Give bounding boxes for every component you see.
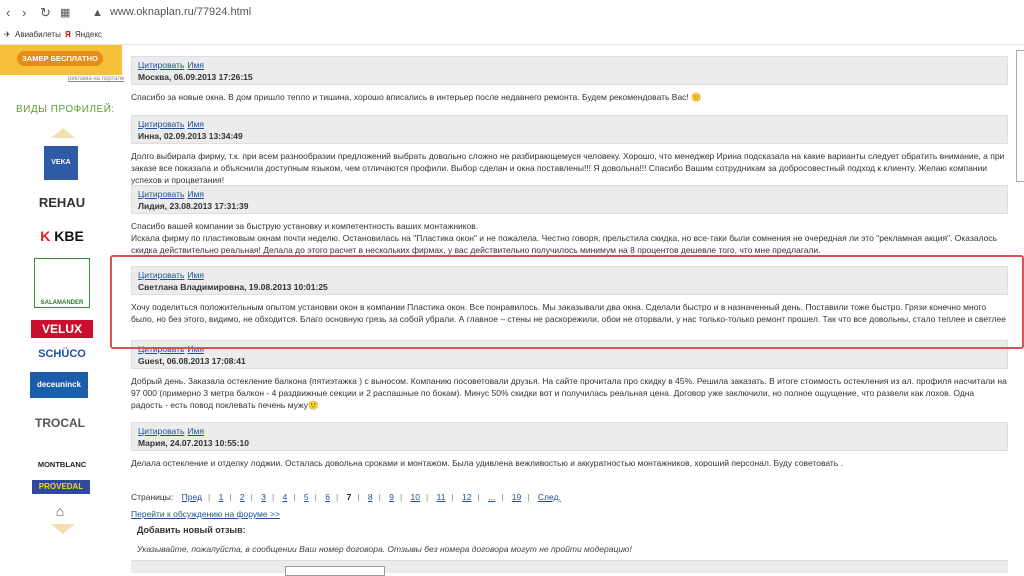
quote-link[interactable]: Цитировать [138,60,184,70]
bookmarks-bar: ✈ Авиабилеты Я Яндекс [0,26,1024,45]
back-icon[interactable]: ‹ [6,5,10,21]
name-link[interactable]: Имя [187,426,204,436]
pager-next[interactable]: След. [538,492,561,502]
ad-note[interactable]: реклама на портале [68,76,124,82]
page-link[interactable]: 2 [240,492,245,502]
post-author: Мария, 24.07.2013 10:55:10 [138,438,249,448]
add-review-title: Добавить новый отзыв: [137,525,246,535]
browser-toolbar: ‹ › ↻ ▦ ▲ www.oknaplan.ru/77924.html [0,0,1024,26]
scroll-down-arrow[interactable] [51,524,75,534]
post-header: Цитировать Имя Мария, 24.07.2013 10:55:10 [131,422,1008,451]
address-bar[interactable]: www.oknaplan.ru/77924.html [110,6,251,18]
page-current: 7 [346,492,352,502]
page-ellipsis[interactable]: ... [488,492,495,502]
brand-logo-deceuninck[interactable]: deceuninck [30,372,88,398]
page-link[interactable]: 6 [325,492,330,502]
page-link[interactable]: 5 [304,492,309,502]
bookmark-yandex[interactable]: Яндекс [75,30,102,39]
reload-icon[interactable]: ↻ [40,5,51,21]
pagination: Страницы: Пред | 1 | 2 | 3 | 4 | 5 | 6 | 7 | 8 | … [131,492,561,502]
name-link[interactable]: Имя [187,60,204,70]
post-header: Цитировать Имя Лидия, 23.08.2013 17:31:39 [131,185,1008,214]
highlight-frame [110,255,1024,349]
quote-link[interactable]: Цитировать [138,426,184,436]
form-row [131,560,1008,573]
post-header: Цитировать Имя Москва, 06.09.2013 17:26:1… [131,56,1008,85]
page-link[interactable]: 3 [261,492,266,502]
page-link[interactable]: 10 [411,492,420,502]
promo-banner[interactable]: ЗАМЕР БЕСПЛАТНО [0,45,122,75]
scroll-up-arrow[interactable] [51,128,75,138]
brand-logo-kbe[interactable]: K KBE [34,224,90,248]
free-measure-button[interactable]: ЗАМЕР БЕСПЛАТНО [17,51,103,66]
brand-logo-provedal[interactable]: PROVEDAL [32,480,90,494]
review-post: Цитировать Имя Мария, 24.07.2013 10:55:10… [131,422,1008,469]
post-author: Москва, 06.09.2013 17:26:15 [138,72,253,82]
right-scroll-panel[interactable] [1016,50,1024,182]
page-link[interactable]: 4 [283,492,288,502]
bookmark-aviabilety[interactable]: Авиабилеты [15,30,61,39]
pager-label: Страницы: [131,492,174,502]
add-review-note: Указывайте, пожалуйста, в сообщении Ваш … [137,544,632,554]
post-text: Спасибо за новые окна. В дом пришло тепл… [131,92,702,102]
brand-logo-window-icon[interactable]: ⌂ [46,502,74,520]
forward-icon[interactable]: › [22,5,26,21]
quote-link[interactable]: Цитировать [138,189,184,199]
form-input[interactable] [285,566,385,576]
page-link[interactable]: 1 [219,492,224,502]
post-author: Инна, 02.09.2013 13:34:49 [138,131,243,141]
post-text: Добрый день. Заказала остекление балкона… [131,376,1007,410]
post-author: Лидия, 23.08.2013 17:31:39 [138,201,249,211]
review-post: Цитировать Имя Инна, 02.09.2013 13:34:49 … [131,115,1008,186]
name-link[interactable]: Имя [187,119,204,129]
tabs-grid-icon[interactable]: ▦ [60,5,70,21]
forum-link[interactable]: Перейти к обсуждению на форуме >> [131,509,280,519]
page-link[interactable]: 11 [437,492,446,502]
page-link[interactable]: 19 [512,492,521,502]
profiles-title: ВИДЫ ПРОФИЛЕЙ: [16,104,115,115]
yandex-icon: Я [65,30,71,39]
plane-icon: ✈ [4,30,11,39]
review-post: Цитировать Имя Guest, 06.08.2013 17:08:41… [131,340,1008,411]
page-link[interactable]: 9 [389,492,394,502]
quote-link[interactable]: Цитировать [138,119,184,129]
post-text: Делала остекление и отделку лоджии. Оста… [131,458,843,468]
brand-logo-velux[interactable]: VELUX [31,320,93,338]
brand-logo-salamander[interactable]: SALAMANDER [34,258,90,308]
post-text: Долго выбирала фирму, т.к. при всем разн… [131,151,1005,185]
review-post: Цитировать Имя Москва, 06.09.2013 17:26:1… [131,56,1008,103]
review-post: Цитировать Имя Лидия, 23.08.2013 17:31:39… [131,185,1008,256]
post-author: Guest, 06.08.2013 17:08:41 [138,356,246,366]
name-link[interactable]: Имя [187,189,204,199]
page-link[interactable]: 12 [462,492,471,502]
post-text: Спасибо вашей компании за быструю устано… [131,221,998,255]
brand-logo-schuco[interactable]: SCHÜCO [30,346,94,362]
brand-logo-veka[interactable]: VEKA [44,146,78,180]
page-link[interactable]: 8 [368,492,373,502]
brand-logo-montblanc[interactable]: MONTBLANC [32,450,92,470]
warning-icon[interactable]: ▲ [92,5,103,21]
post-header: Цитировать Имя Инна, 02.09.2013 13:34:49 [131,115,1008,144]
brand-logo-rehau[interactable]: REHAU [32,193,92,213]
pager-prev[interactable]: Пред [182,492,202,502]
brand-logo-trocal[interactable]: TROCAL [33,412,87,436]
